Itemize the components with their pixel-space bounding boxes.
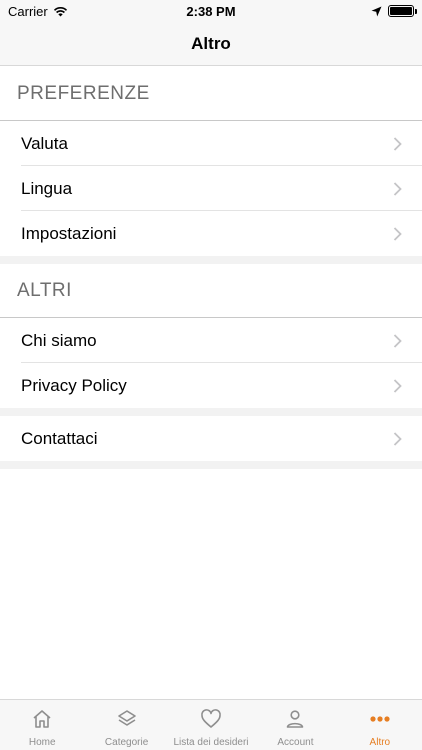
section-header-preferenze: PREFERENZE — [0, 67, 422, 121]
location-arrow-icon — [371, 6, 382, 16]
chevron-right-icon — [393, 181, 402, 196]
list-item-label: Impostazioni — [21, 223, 117, 243]
person-icon — [287, 710, 304, 728]
section-gap — [0, 408, 422, 416]
more-dots-icon — [370, 716, 390, 722]
tab-account[interactable]: Account — [253, 700, 337, 750]
list-item-label: Privacy Policy — [21, 375, 127, 395]
tab-lista-dei-desideri[interactable]: Lista dei desideri — [169, 700, 253, 750]
tab-altro[interactable]: Altro — [338, 700, 422, 750]
tab-categorie[interactable]: Categorie — [84, 700, 168, 750]
list-item-label: Chi siamo — [21, 330, 97, 350]
list-item-label: Valuta — [21, 133, 68, 153]
tab-label: Categorie — [104, 737, 149, 748]
tab-bar: Home Categorie Lista dei desideri Accoun… — [0, 699, 422, 750]
status-indicators — [371, 5, 417, 17]
list-item-privacy-policy[interactable]: Privacy Policy — [0, 363, 422, 408]
list-item-lingua[interactable]: Lingua — [0, 166, 422, 211]
settings-list: PREFERENZE Valuta Lingua Impostazioni AL… — [0, 67, 422, 469]
list-item-chi-siamo[interactable]: Chi siamo — [0, 318, 422, 363]
section-gap — [0, 461, 422, 469]
tab-label: Account — [277, 737, 314, 748]
section-gap — [0, 256, 422, 264]
section-header-altri: ALTRI — [0, 264, 422, 318]
carrier-label: Carrier — [8, 3, 48, 19]
list-item-label: Contattaci — [21, 428, 98, 448]
list-item-valuta[interactable]: Valuta — [0, 121, 422, 166]
layers-icon — [117, 710, 136, 726]
chevron-right-icon — [393, 226, 402, 241]
status-bar: Carrier 2:38 PM — [0, 0, 422, 22]
chevron-right-icon — [393, 333, 402, 348]
chevron-right-icon — [393, 378, 402, 393]
chevron-right-icon — [393, 136, 402, 151]
carrier-group: Carrier — [8, 4, 68, 19]
tab-label: Lista dei desideri — [173, 737, 249, 748]
tab-label: Home — [28, 737, 56, 748]
list-item-contattaci[interactable]: Contattaci — [0, 416, 422, 461]
tab-label: Altro — [369, 737, 391, 748]
tab-home[interactable]: Home — [0, 700, 84, 750]
list-item-label: Lingua — [21, 178, 73, 198]
home-icon — [33, 710, 51, 728]
list-item-impostazioni[interactable]: Impostazioni — [0, 211, 422, 256]
wifi-icon — [53, 6, 67, 16]
navigation-bar: Altro — [0, 22, 422, 66]
chevron-right-icon — [393, 431, 402, 446]
heart-icon — [201, 709, 221, 728]
battery-icon — [388, 5, 417, 17]
page-title: Altro — [191, 33, 231, 53]
